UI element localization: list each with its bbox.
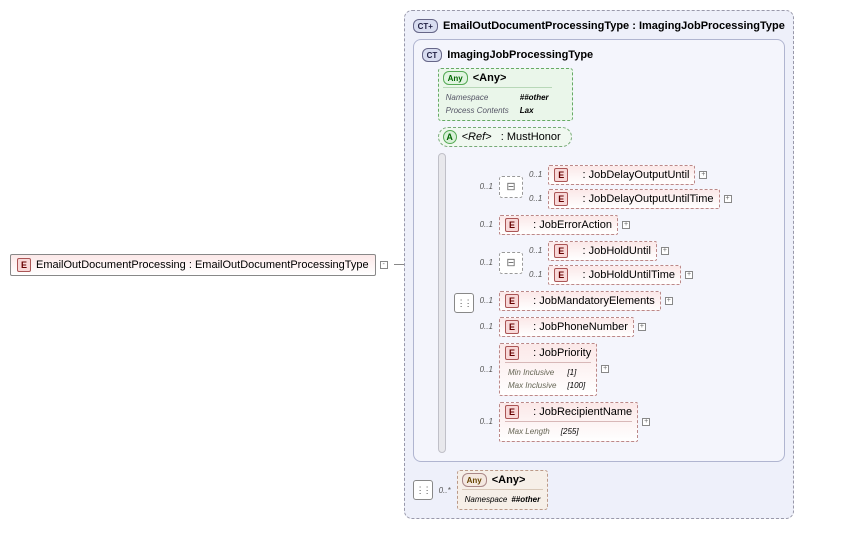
element-badge-icon: E	[554, 168, 568, 182]
facets: Min Inclusive[1]Max Inclusive[100]	[505, 362, 591, 393]
element-ref[interactable]: E : JobDelayOutputUntil	[548, 165, 695, 185]
schema-row: 0..1 E : JobPriority Min Inclusive[1]Max I…	[480, 343, 732, 396]
footer-sequence: 0..* Any <Any> Namespace##other	[413, 470, 785, 510]
complex-type-outer: CT+ EmailOutDocumentProcessingType : Ima…	[404, 10, 794, 519]
any-badge-icon: Any	[462, 473, 487, 487]
element-ref[interactable]: E : JobDelayOutputUntilTime	[548, 189, 719, 209]
cardinality: 0..1	[529, 170, 542, 179]
expand-icon[interactable]: +	[685, 271, 693, 279]
complextype-badge-icon: CT	[422, 48, 443, 62]
choice-icon[interactable]	[499, 176, 523, 198]
choice-group: 0..1 E : JobHoldUntil +0..1 E : JobHoldUnti…	[499, 241, 693, 285]
cardinality: 0..1	[529, 270, 542, 279]
element-ref[interactable]: E : JobRecipientName Max Length[255]	[499, 402, 638, 442]
element-badge-icon: E	[505, 218, 519, 232]
schema-row: 0..1 E : JobPhoneNumber +	[480, 317, 732, 337]
expand-icon[interactable]: +	[661, 247, 669, 255]
cardinality: 0..1	[480, 417, 493, 426]
schema-diagram: E EmailOutDocumentProcessing : EmailOutD…	[10, 10, 853, 519]
attribute-badge-icon: A	[443, 130, 457, 144]
facets: Max Length[255]	[505, 421, 632, 439]
inner-ct-title[interactable]: CT ImagingJobProcessingType	[422, 48, 776, 62]
outer-ct-title[interactable]: CT+ EmailOutDocumentProcessingType : Ima…	[413, 19, 785, 33]
cardinality: 0..1	[480, 182, 493, 191]
schema-row: 0..1 E : JobHoldUntilTime +	[529, 265, 693, 285]
element-ref[interactable]: E : JobMandatoryElements	[499, 291, 661, 311]
any-wildcard[interactable]: Any <Any> Namespace##other Process Conte…	[438, 68, 573, 121]
expand-icon[interactable]: -	[380, 261, 388, 269]
element-ref[interactable]: E : JobHoldUntil	[548, 241, 657, 261]
element-badge-icon: E	[505, 405, 519, 419]
ref-label: : JobHoldUntilTime	[573, 269, 675, 281]
expand-icon[interactable]: +	[699, 171, 707, 179]
ref-label: : JobHoldUntil	[573, 245, 651, 257]
cardinality: 0..1	[529, 246, 542, 255]
sequence-icon[interactable]	[413, 480, 433, 500]
schema-row: 0..1 E : JobDelayOutputUntilTime +	[529, 189, 732, 209]
schema-row: 0..1 E : JobRecipientName Max Length[255] +	[480, 402, 732, 442]
expand-icon[interactable]: +	[724, 195, 732, 203]
expand-icon[interactable]: +	[601, 365, 609, 373]
ref-label: : JobDelayOutputUntilTime	[573, 193, 713, 205]
schema-row: 0..1 E : JobHoldUntil +	[529, 241, 693, 261]
element-ref[interactable]: E : JobHoldUntilTime	[548, 265, 681, 285]
element-badge-icon: E	[17, 258, 31, 272]
ref-label: : JobMandatoryElements	[524, 295, 655, 307]
ref-label: : JobRecipientName	[524, 406, 632, 418]
ref-label: : JobErrorAction	[524, 219, 612, 231]
element-ref[interactable]: E : JobPriority Min Inclusive[1]Max Inclu…	[499, 343, 597, 396]
element-badge-icon: E	[505, 320, 519, 334]
ref-label: : JobPhoneNumber	[524, 321, 628, 333]
attribute-ref[interactable]: A <Ref> : MustHonor	[438, 127, 572, 147]
root-element-label: EmailOutDocumentProcessing : EmailOutDoc…	[36, 259, 369, 271]
element-badge-icon: E	[554, 244, 568, 258]
schema-row: 0..1 0..1 E : JobDelayOutputUntil +0..1 E : …	[480, 165, 732, 209]
cardinality: 0..1	[480, 322, 493, 331]
cardinality: 0..*	[439, 486, 451, 495]
root-element[interactable]: E EmailOutDocumentProcessing : EmailOutD…	[10, 254, 388, 276]
schema-row: 0..1 0..1 E : JobHoldUntil +0..1 E : JobHold…	[480, 241, 732, 285]
cardinality: 0..1	[529, 194, 542, 203]
cardinality: 0..1	[480, 365, 493, 374]
schema-row: 0..1 E : JobErrorAction +	[480, 215, 732, 235]
expand-icon[interactable]: +	[665, 297, 673, 305]
element-badge-icon: E	[505, 294, 519, 308]
sequence: 0..1 0..1 E : JobDelayOutputUntil +0..1 E : …	[438, 153, 776, 453]
expand-icon[interactable]: +	[638, 323, 646, 331]
element-badge-icon: E	[505, 346, 519, 360]
choice-group: 0..1 E : JobDelayOutputUntil +0..1 E : JobD…	[499, 165, 732, 209]
element-badge-icon: E	[554, 192, 568, 206]
sequence-icon[interactable]	[454, 293, 474, 313]
element-ref[interactable]: E : JobErrorAction	[499, 215, 618, 235]
schema-row: 0..1 E : JobMandatoryElements +	[480, 291, 732, 311]
expand-icon[interactable]: +	[642, 418, 650, 426]
cardinality: 0..1	[480, 296, 493, 305]
element-badge-icon: E	[554, 268, 568, 282]
schema-row: 0..1 E : JobDelayOutputUntil +	[529, 165, 732, 185]
choice-icon[interactable]	[499, 252, 523, 274]
ref-label: : JobDelayOutputUntil	[573, 169, 689, 181]
complextype-badge-icon: CT+	[413, 19, 438, 33]
complex-type-inner: CT ImagingJobProcessingType Any <Any> Na…	[413, 39, 785, 462]
element-ref[interactable]: E : JobPhoneNumber	[499, 317, 634, 337]
expand-icon[interactable]: +	[622, 221, 630, 229]
ref-label: : JobPriority	[524, 347, 591, 359]
sequence-bar	[438, 153, 446, 453]
cardinality: 0..1	[480, 258, 493, 267]
any-wildcard-other[interactable]: Any <Any> Namespace##other	[457, 470, 549, 510]
cardinality: 0..1	[480, 220, 493, 229]
any-badge-icon: Any	[443, 71, 468, 85]
